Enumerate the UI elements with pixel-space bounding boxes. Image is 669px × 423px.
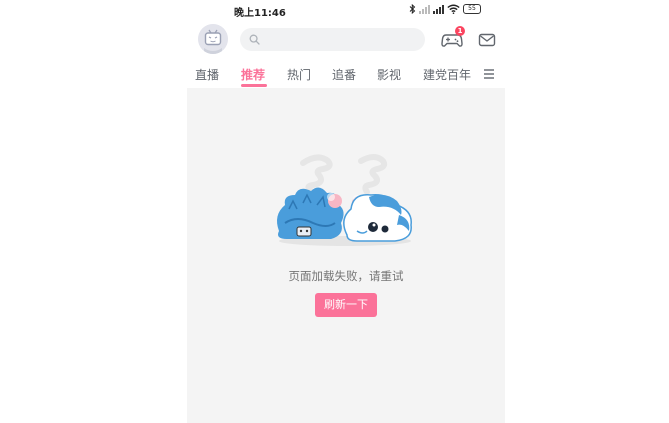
content-area: 页面加载失败，请重试 刷新一下	[187, 88, 505, 423]
refresh-button[interactable]: 刷新一下	[315, 293, 377, 317]
page: 晚上11:46 55 1 直播 推荐 热门 追番 影视 建党百年 页面加载失败，…	[0, 0, 669, 423]
status-icons: 55	[409, 4, 481, 14]
search-icon	[249, 34, 260, 45]
signal-icon-sim2	[419, 4, 430, 14]
bluetooth-icon	[409, 4, 416, 14]
tv-mascot-avatar-icon	[198, 24, 228, 54]
tab-movies[interactable]: 影视	[377, 66, 401, 83]
battery-icon: 55	[463, 4, 481, 14]
tab-hot[interactable]: 热门	[287, 66, 311, 83]
game-center-button[interactable]: 1	[441, 26, 465, 49]
status-time: 晚上11:46	[234, 8, 286, 19]
tab-recommend[interactable]: 推荐	[241, 66, 265, 83]
load-error-message: 页面加载失败，请重试	[288, 269, 404, 283]
search-input[interactable]	[264, 28, 419, 51]
hamburger-menu-icon[interactable]	[483, 68, 495, 80]
status-bar: 晚上11:46 55	[187, 0, 505, 22]
notification-badge: 1	[455, 26, 465, 36]
messages-button[interactable]	[478, 32, 496, 48]
tab-live[interactable]: 直播	[195, 66, 219, 83]
signal-icon-sim1	[433, 4, 444, 14]
channel-tabs: 直播 推荐 热门 追番 影视 建党百年	[187, 64, 505, 88]
phone-screen: 晚上11:46 55 1 直播 推荐 热门 追番 影视 建党百年 页面加载失败，…	[187, 0, 505, 423]
active-tab-indicator	[241, 84, 267, 87]
tired-mascots-illustration	[277, 154, 412, 246]
search-box[interactable]	[240, 28, 425, 51]
wifi-icon	[447, 4, 460, 14]
tab-party-centenary[interactable]: 建党百年	[423, 66, 471, 83]
avatar[interactable]	[198, 24, 228, 54]
tab-anime[interactable]: 追番	[332, 66, 356, 83]
mail-icon	[478, 33, 496, 47]
